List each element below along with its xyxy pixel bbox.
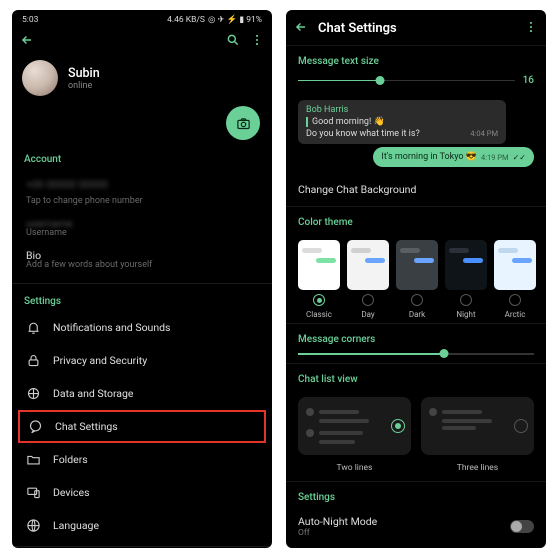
section-corners: Message corners <box>286 323 546 351</box>
bio-hint: Add a few words about yourself <box>12 260 272 279</box>
row-notifications[interactable]: Notifications and Sounds <box>12 311 272 344</box>
theme-classic[interactable]: Classic <box>298 240 340 319</box>
chat-icon <box>28 419 43 434</box>
profile-name: Subin <box>68 66 100 81</box>
folder-icon <box>26 452 41 467</box>
section-chat-list-view: Chat list view <box>286 363 546 391</box>
status-bar: 5:03 4.46 KB/S◎ ✈ ⚡ ▮ 91% <box>12 10 272 27</box>
back-icon[interactable] <box>294 20 308 37</box>
change-background[interactable]: Change Chat Background <box>286 173 546 206</box>
camera-button[interactable] <box>226 106 260 140</box>
section-color-theme: Color theme <box>286 206 546 234</box>
preview-incoming: Bob Harris Good morning! 👋 Do you know w… <box>298 100 506 144</box>
back-icon[interactable] <box>20 33 34 50</box>
globe-icon <box>26 518 41 533</box>
profile-header[interactable]: Subin online <box>12 58 272 102</box>
more-icon[interactable] <box>250 33 264 50</box>
section-account: Account <box>12 146 272 169</box>
row-folders[interactable]: Folders <box>12 443 272 476</box>
profile-status: online <box>68 81 100 91</box>
lock-icon <box>26 353 41 368</box>
page-title: Chat Settings <box>318 21 397 36</box>
row-chat-settings[interactable]: Chat Settings <box>20 412 264 441</box>
toolbar: Chat Settings <box>286 10 546 45</box>
toolbar <box>12 27 272 58</box>
auto-night-row[interactable]: Auto-Night Mode Off <box>286 509 546 544</box>
auto-night-switch[interactable] <box>510 520 534 533</box>
row-devices[interactable]: Devices <box>12 476 272 509</box>
theme-day[interactable]: Day <box>347 240 389 319</box>
clv-three-lines[interactable] <box>421 397 534 455</box>
devices-icon <box>26 485 41 500</box>
section-settings: Settings <box>12 288 272 311</box>
clv-three-label: Three lines <box>421 461 534 481</box>
settings-screen: 5:03 4.46 KB/S◎ ✈ ⚡ ▮ 91% Subin online <box>12 10 272 548</box>
row-privacy[interactable]: Privacy and Security <box>12 344 272 377</box>
clv-two-label: Two lines <box>298 461 411 481</box>
section-text-size: Message text size <box>286 45 546 73</box>
bell-icon <box>26 320 41 335</box>
avatar <box>22 60 58 96</box>
text-size-value: 16 <box>523 75 534 86</box>
search-icon[interactable] <box>226 33 240 50</box>
row-language[interactable]: Language <box>12 509 272 542</box>
theme-dark[interactable]: Dark <box>396 240 438 319</box>
row-data[interactable]: Data and Storage <box>12 377 272 410</box>
chat-settings-screen: Chat Settings Message text size 16 Bob H… <box>286 10 546 548</box>
preview-outgoing: It's morning in Tokyo 😎 4:19 PM ✓✓ <box>373 147 534 167</box>
phone-row[interactable]: +00 00000 00000 <box>12 169 272 200</box>
theme-list: Classic Day Dark Night Arctic <box>286 234 546 323</box>
theme-arctic[interactable]: Arctic <box>494 240 536 319</box>
more-icon[interactable] <box>524 20 538 37</box>
username-row[interactable]: username <box>12 215 272 232</box>
theme-night[interactable]: Night <box>445 240 487 319</box>
text-size-slider[interactable]: 16 <box>286 73 546 94</box>
chat-settings-highlight: Chat Settings <box>18 410 266 443</box>
data-icon <box>26 386 41 401</box>
clv-two-lines[interactable] <box>298 397 411 455</box>
section-settings2: Settings <box>286 481 546 509</box>
corners-slider[interactable] <box>286 351 546 363</box>
